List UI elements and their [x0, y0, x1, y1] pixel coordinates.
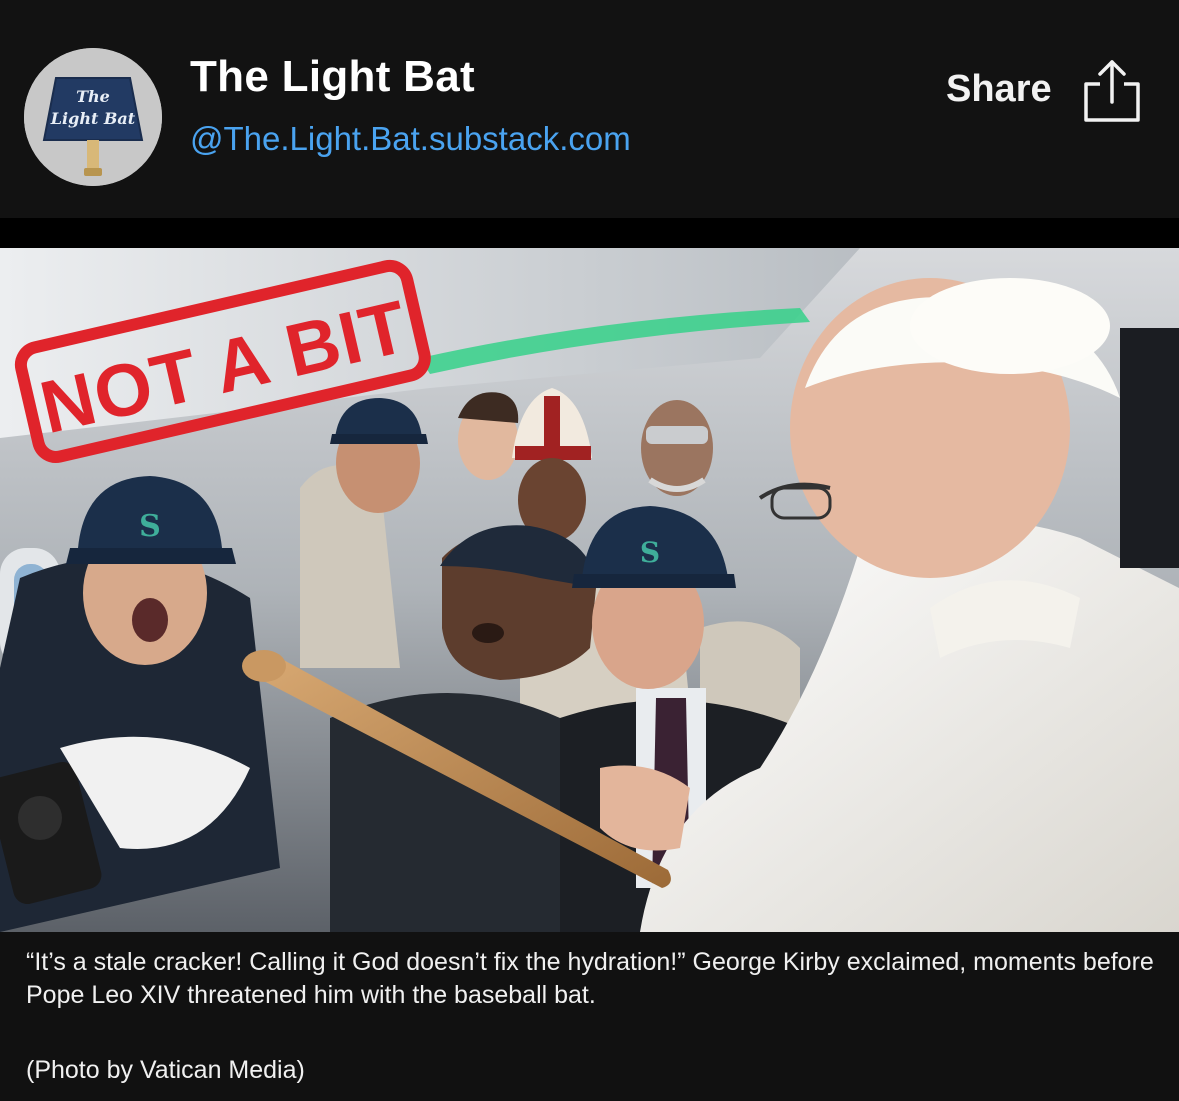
publication-handle[interactable]: @The.Light.Bat.substack.com — [190, 120, 631, 158]
player-head-shouting — [440, 525, 598, 680]
post-photo[interactable]: S S NOT A BIT — [0, 248, 1179, 932]
publication-logo[interactable]: The Light Bat — [24, 48, 162, 186]
share-upload-icon — [1084, 60, 1140, 122]
publication-name[interactable]: The Light Bat — [190, 52, 475, 102]
logo-line2: Light Bat — [50, 109, 136, 128]
svg-text:S: S — [139, 509, 161, 544]
svg-text:S: S — [640, 536, 660, 569]
player-head-sunglasses — [641, 400, 713, 496]
caption-text: “It’s a stale cracker! Calling it God do… — [26, 948, 1154, 1009]
photo-caption: “It’s a stale cracker! Calling it God do… — [0, 932, 1179, 1101]
share-label: Share — [946, 68, 1052, 110]
share-button[interactable]: Share — [940, 58, 1150, 130]
photo-credit: (Photo by Vatican Media) — [26, 1056, 305, 1084]
logo-line1: The — [76, 87, 110, 106]
player-head-center — [458, 392, 519, 480]
lamp-logo-icon: The Light Bat — [24, 48, 162, 186]
photo-image: S S NOT A BIT — [0, 248, 1179, 932]
post-header: The Light Bat The Light Bat @The.Light.B… — [0, 0, 1179, 218]
